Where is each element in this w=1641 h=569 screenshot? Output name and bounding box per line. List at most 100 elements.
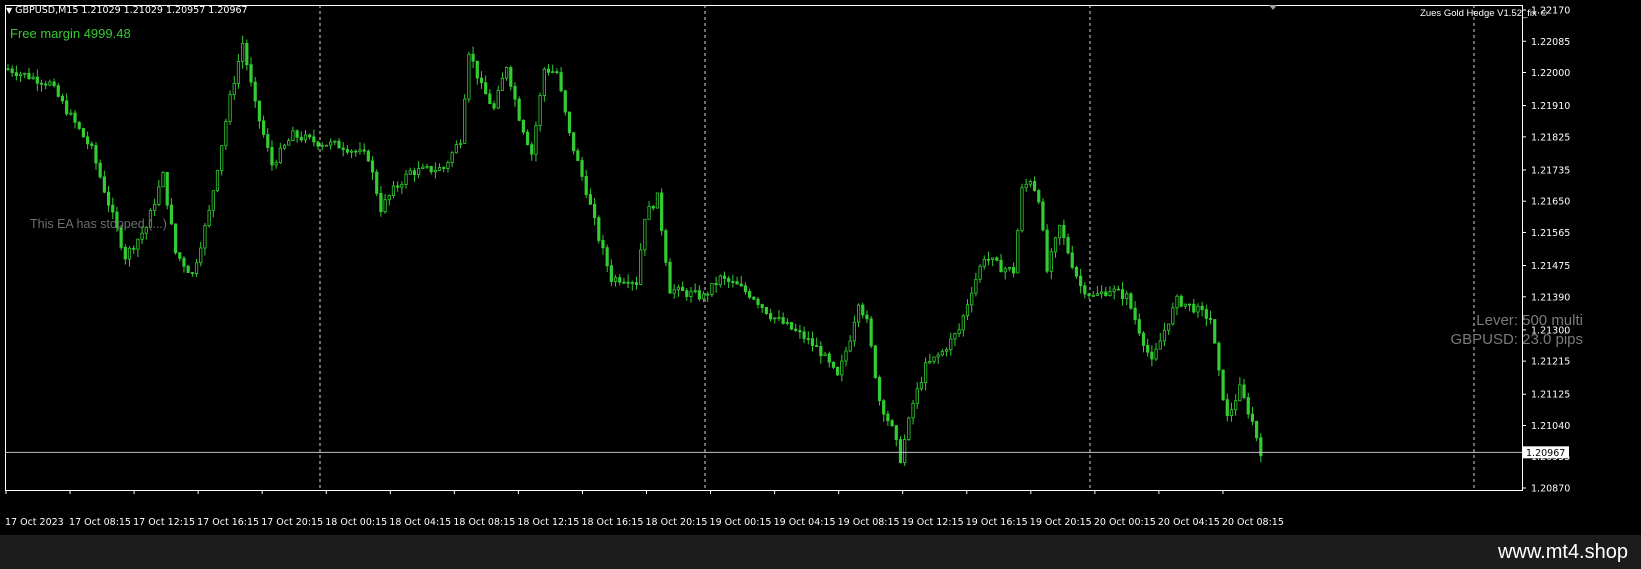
candle-body — [978, 265, 982, 280]
candle-body — [1225, 399, 1229, 417]
candle-body — [911, 402, 915, 419]
smiley-icon: ☺ — [1538, 8, 1549, 19]
expert-advisor-label[interactable]: Zues Gold Hedge V1.52_fix ☺ — [1420, 8, 1549, 19]
candle-body — [785, 322, 789, 324]
candle-body — [458, 142, 463, 145]
candle-body — [618, 277, 622, 283]
candle-body — [23, 72, 27, 75]
candle-body — [789, 322, 794, 330]
candle-body — [1204, 309, 1208, 319]
candle-body — [278, 147, 282, 164]
candle-body — [1125, 293, 1129, 300]
candle-body — [865, 314, 869, 320]
candle-body — [404, 173, 408, 185]
candle-body — [836, 367, 840, 376]
candle-body — [391, 185, 396, 196]
candle-body — [194, 262, 199, 274]
chart-shift-icon[interactable] — [1269, 5, 1277, 10]
candle-body — [1238, 384, 1242, 402]
free-margin-label: Free margin 4999.48 — [10, 26, 131, 41]
candle-body — [1154, 348, 1158, 360]
chart-window[interactable]: 1.22170 1.22085 1.22000 1.21910 1.21825 1.217… — [0, 0, 1641, 535]
collapse-triangle-icon[interactable]: ▼ — [6, 6, 12, 15]
candle-body — [735, 281, 739, 285]
candle-body — [1255, 420, 1259, 439]
candle-body — [668, 261, 672, 294]
candle-body — [597, 217, 601, 241]
time-axis-label: 20 Oct 08:15 — [1222, 517, 1284, 528]
candle-body — [706, 293, 710, 296]
candle-body — [450, 152, 454, 163]
candle-body — [98, 162, 102, 178]
candle-body — [714, 283, 718, 286]
candle-body — [379, 193, 383, 213]
candle-body — [739, 283, 743, 287]
chart-border — [5, 5, 1523, 491]
chart-canvas[interactable]: 1.221701.220851.220001.219101.218251.217… — [0, 0, 1641, 535]
candle-body — [1187, 303, 1192, 306]
candle-body — [651, 205, 655, 209]
candle-body — [383, 199, 387, 213]
time-axis-label: 17 Oct 20:15 — [261, 517, 323, 528]
candle-body — [907, 417, 911, 440]
candle-body — [810, 338, 815, 346]
candle-body — [345, 149, 349, 153]
candle-body — [580, 160, 584, 177]
candle-body — [157, 186, 161, 205]
candle-body — [220, 145, 224, 171]
candle-body — [965, 304, 970, 317]
candle-body — [643, 218, 647, 251]
ea-status-message: This EA has stopped (...) — [30, 217, 167, 231]
candle-body — [1129, 293, 1133, 309]
candle-body — [232, 82, 236, 95]
candle-body — [186, 265, 190, 273]
lever-info: Lever: 500 multi — [1476, 312, 1583, 329]
candle-body — [613, 277, 618, 282]
candle-body — [555, 71, 559, 74]
candle-body — [584, 176, 588, 196]
candle-body — [986, 258, 991, 261]
candle-body — [999, 259, 1003, 273]
candle-body — [1087, 293, 1091, 296]
candle-body — [1158, 340, 1162, 350]
candle-body — [680, 286, 685, 292]
candle-body — [898, 439, 903, 463]
price-axis-label: 1.21735 — [1531, 165, 1570, 176]
candle-body — [303, 134, 308, 141]
candle-body — [400, 184, 404, 188]
time-axis-label: 18 Oct 08:15 — [453, 517, 515, 528]
candle-body — [1032, 181, 1037, 191]
candle-body — [827, 353, 831, 363]
price-axis-label: 1.21125 — [1531, 390, 1570, 401]
candle-body — [953, 333, 957, 340]
candle-body — [957, 329, 961, 335]
price-axis-label: 1.21650 — [1531, 197, 1570, 208]
candle-body — [102, 176, 106, 193]
candle-body — [266, 134, 270, 148]
candle-body — [605, 247, 609, 267]
candle-body — [245, 43, 249, 66]
candle-body — [1167, 323, 1171, 331]
candle-body — [1137, 319, 1141, 334]
time-axis-label: 19 Oct 00:15 — [710, 517, 772, 528]
candle-body — [282, 144, 287, 149]
candle-body — [10, 68, 14, 74]
candle-body — [6, 68, 10, 71]
candle-body — [731, 281, 735, 283]
candle-body — [1150, 351, 1154, 360]
candle-body — [1037, 190, 1041, 203]
candle-body — [1183, 303, 1187, 307]
time-axis-label: 18 Oct 12:15 — [517, 517, 579, 528]
candle-body — [936, 354, 940, 358]
candle-body — [647, 205, 651, 220]
candle-body — [752, 296, 756, 300]
time-axis-label: 17 Oct 12:15 — [133, 517, 195, 528]
candle-body — [429, 165, 433, 173]
candle-body — [852, 321, 856, 342]
candle-body — [500, 77, 505, 91]
time-axis-label: 19 Oct 12:15 — [902, 517, 964, 528]
candle-body — [308, 134, 312, 138]
candle-body — [463, 98, 467, 144]
candle-body — [94, 145, 98, 164]
price-axis-label: 1.21475 — [1531, 261, 1570, 272]
